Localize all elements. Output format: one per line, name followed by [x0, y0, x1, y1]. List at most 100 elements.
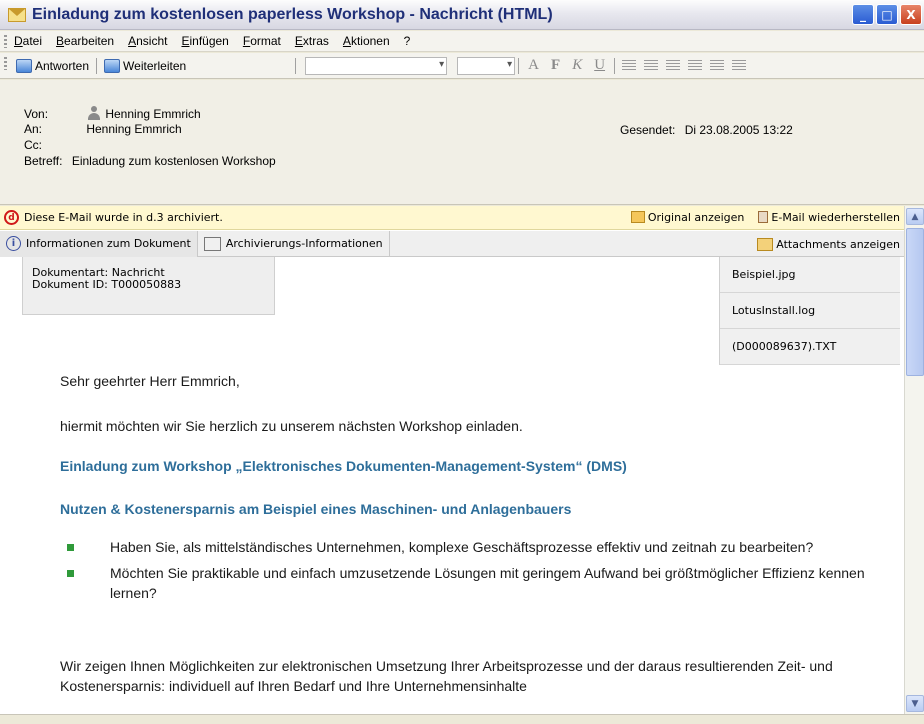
subject-value: Einladung zum kostenlosen Workshop [71, 154, 276, 168]
toolbar-separator [518, 57, 520, 74]
workshop-heading: Einladung zum Workshop „Elektronisches D… [60, 458, 627, 474]
archive-notice-text: Diese E-Mail wurde in d.3 archiviert. [24, 211, 223, 224]
document-id: Dokument ID: T000050883 [32, 278, 182, 291]
reply-icon [16, 58, 32, 73]
list-item: Haben Sie, als mittelständisches Unterne… [60, 537, 890, 557]
from-label: Von: [24, 107, 49, 121]
intro-paragraph: hiermit möchten wir Sie herzlich zu unse… [60, 418, 523, 434]
toolbar-separator [295, 57, 297, 74]
attachment-item[interactable]: LotusInstall.log [720, 293, 900, 329]
window-bottom-frame [0, 714, 924, 724]
italic-button[interactable]: K [572, 57, 582, 74]
forward-label: Weiterleiten [123, 58, 187, 73]
subject-label: Betreff: [24, 154, 63, 168]
list-item-text: Haben Sie, als mittelständisches Unterne… [110, 539, 814, 555]
tab-archive-info[interactable]: Archivierungs-Informationen [198, 230, 390, 257]
restore-icon [758, 211, 769, 223]
menu-einfuegen[interactable]: Einfügen [181, 34, 228, 48]
sent-value: Di 23.08.2005 13:22 [684, 123, 793, 137]
indent-icon[interactable] [732, 59, 747, 72]
font-color-button[interactable]: A [528, 57, 539, 74]
sender-name: Henning Emmrich [105, 107, 201, 121]
vertical-scrollbar[interactable]: ▲ ▼ [904, 206, 924, 714]
person-icon [87, 106, 101, 120]
restore-email-link[interactable]: E-Mail wiederherstellen [758, 211, 900, 224]
benefits-heading: Nutzen & Kostenersparnis am Beispiel ein… [60, 501, 572, 517]
show-attachments-button[interactable]: Attachments anzeigen [757, 231, 900, 257]
attachment-item[interactable]: Beispiel.jpg [720, 257, 900, 293]
underline-button[interactable]: U [594, 57, 605, 74]
style-select[interactable] [305, 56, 448, 75]
forward-button[interactable]: Weiterleiten [100, 58, 190, 73]
scroll-up-icon[interactable]: ▲ [906, 208, 924, 225]
scroll-down-icon[interactable]: ▼ [906, 695, 924, 712]
message-content: d Diese E-Mail wurde in d.3 archiviert. … [0, 206, 904, 714]
info-icon: i [6, 236, 21, 251]
menu-bar: Datei Bearbeiten Ansicht Einfügen Format… [0, 31, 924, 52]
menu-grip-icon[interactable] [4, 35, 7, 48]
forward-icon [104, 58, 121, 73]
from-row: Von: Henning Emmrich [24, 106, 201, 121]
attachment-icon [757, 237, 774, 251]
envelope-icon [8, 7, 26, 22]
window-controls: _ □ X [852, 4, 922, 25]
show-original-label: Original anzeigen [647, 211, 745, 224]
numbered-list-icon[interactable] [710, 59, 725, 72]
to-row: An: Henning Emmrich [24, 122, 182, 136]
list-item-text: Möchten Sie praktikable und einfach umzu… [110, 565, 865, 601]
tab-document-info[interactable]: i Informationen zum Dokument [0, 230, 198, 257]
menu-aktionen[interactable]: Aktionen [343, 34, 390, 48]
bold-button[interactable]: F [551, 57, 560, 74]
subject-row: Betreff: Einladung zum kostenlosen Works… [24, 154, 276, 168]
align-center-icon[interactable] [644, 59, 659, 72]
archive-icon [203, 236, 221, 251]
title-bar: Einladung zum kostenlosen paperless Work… [0, 0, 924, 30]
bullet-icon [67, 544, 74, 551]
attachments-list: Beispiel.jpg LotusInstall.log (D00008963… [719, 257, 900, 365]
info-tabs: i Informationen zum Dokument Archivierun… [0, 230, 904, 257]
to-label: An: [24, 122, 43, 136]
archive-info-icon: d [4, 210, 19, 225]
menu-extras[interactable]: Extras [295, 34, 329, 48]
sent-label: Gesendet: [620, 123, 676, 137]
scrollbar-thumb[interactable] [906, 228, 924, 376]
toolbar-separator [96, 57, 98, 74]
attachment-item[interactable]: (D000089637).TXT [720, 329, 900, 365]
size-select[interactable] [457, 56, 516, 75]
reply-button[interactable]: Antworten [12, 58, 93, 73]
menu-format[interactable]: Format [243, 34, 281, 48]
cc-label: Cc: [24, 138, 42, 152]
show-original-link[interactable]: Original anzeigen [630, 211, 745, 224]
maximize-button[interactable]: □ [876, 4, 898, 25]
recipient[interactable]: Henning Emmrich [86, 122, 181, 136]
archive-notice-bar: d Diese E-Mail wurde in d.3 archiviert. … [0, 206, 904, 230]
minimize-button[interactable]: _ [852, 4, 874, 25]
restore-email-label: E-Mail wiederherstellen [771, 211, 900, 224]
menu-help[interactable]: ? [404, 34, 411, 48]
greeting: Sehr geehrter Herr Emmrich, [60, 373, 240, 389]
bullet-list-icon[interactable] [688, 59, 703, 72]
show-attachments-label: Attachments anzeigen [776, 237, 900, 251]
menu-datei[interactable]: Datei [14, 34, 42, 48]
toolbar-grip-icon[interactable] [4, 57, 7, 70]
document-info-panel: Dokumentart: Nachricht Dokument ID: T000… [22, 257, 275, 315]
message-header: Von: Henning Emmrich An: Henning Emmrich… [0, 80, 924, 205]
bullet-list: Haben Sie, als mittelständisches Unterne… [60, 537, 890, 609]
menu-bearbeiten[interactable]: Bearbeiten [56, 34, 114, 48]
menu-ansicht[interactable]: Ansicht [128, 34, 167, 48]
close-button[interactable]: X [900, 4, 922, 25]
list-item: Möchten Sie praktikable und einfach umzu… [60, 563, 890, 603]
tab-document-info-label: Informationen zum Dokument [26, 237, 191, 250]
bullet-icon [67, 570, 74, 577]
align-left-icon[interactable] [622, 59, 637, 72]
envelope-icon [630, 211, 645, 223]
notice-actions: Original anzeigen E-Mail wiederherstelle… [630, 211, 900, 224]
window-title: Einladung zum kostenlosen paperless Work… [32, 5, 553, 23]
align-right-icon[interactable] [666, 59, 681, 72]
toolbar: Antworten Weiterleiten A F K U [0, 53, 924, 79]
closing-paragraph: Wir zeigen Ihnen Möglichkeiten zur elekt… [60, 658, 833, 694]
tab-archive-info-label: Archivierungs-Informationen [225, 237, 383, 250]
cc-row: Cc: [24, 138, 64, 152]
sender[interactable]: Henning Emmrich [87, 106, 201, 121]
toolbar-separator [614, 57, 616, 74]
